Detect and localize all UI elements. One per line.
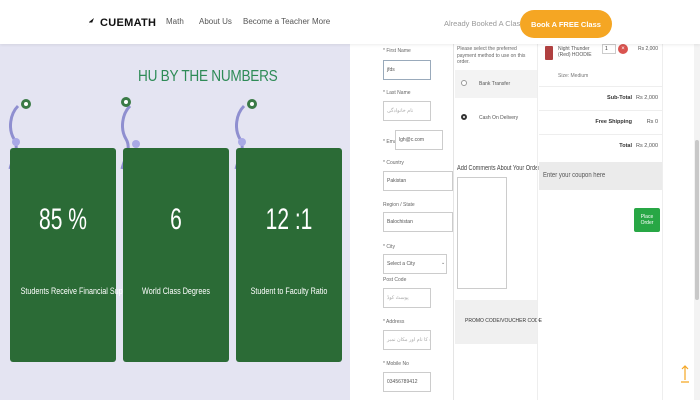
quantity-value: 1 (605, 46, 608, 52)
product-price: Rs 2,000 (637, 46, 658, 52)
cart-item: Night Thunder (Red) HOODIE Size: Medium … (539, 44, 662, 84)
radio-button-selected[interactable] (461, 114, 467, 120)
region-label: Region / State (383, 202, 415, 208)
scroll-to-top-icon[interactable] (680, 364, 690, 384)
post-code-input[interactable]: پوسٹ کوڈ (383, 288, 431, 308)
payment-option-cash-on-delivery[interactable]: Cash On Delivery (455, 104, 537, 132)
last-name-label: * Last Name (383, 90, 411, 96)
payment-method-section: Please select the preferred payment meth… (455, 44, 542, 400)
product-name[interactable]: Night Thunder (Red) HOODIE (558, 46, 596, 58)
total-row: Total Rs 2,000 (539, 134, 662, 158)
cuemath-logo[interactable]: CUEMATH (86, 14, 156, 32)
payment-option-bank-transfer[interactable]: Bank Transfer (455, 70, 537, 98)
checkout-form: * First Name jfds * Last Name نام خانواد… (377, 44, 453, 400)
column-divider (662, 44, 663, 400)
payment-note: Please select the preferred payment meth… (457, 46, 526, 65)
shipping-label: Free Shipping (595, 119, 632, 125)
first-name-label: * First Name (383, 48, 411, 54)
stat-label: Student to Faculty Ratio (250, 286, 328, 296)
stat-card-degrees: 6 World Class Degrees (123, 148, 229, 362)
subtotal-row: Sub-Total Rs 2,000 (539, 86, 662, 110)
city-select[interactable]: Select a City (383, 254, 447, 274)
shipping-row: Free Shipping Rs 0 (539, 110, 662, 134)
scrollbar-thumb[interactable] (695, 140, 699, 300)
product-size: Size: Medium (558, 73, 589, 79)
comments-label: Add Comments About Your Order (457, 165, 541, 172)
payment-option-label: Bank Transfer (479, 81, 511, 87)
product-thumbnail[interactable] (545, 46, 553, 60)
column-divider (537, 44, 538, 400)
country-label: * Country (383, 160, 404, 166)
stat-label: World Class Degrees (142, 286, 210, 296)
book-free-class-button[interactable]: Book A FREE Class (520, 10, 612, 38)
stat-value: 85 % (39, 203, 87, 236)
address-input[interactable]: پتہ سٹریٹ کا نام اور مکان نمبر (383, 330, 431, 350)
subtotal-value: Rs 2,000 (635, 95, 658, 101)
shipping-value: Rs 0 (646, 119, 658, 125)
rocket-icon (86, 14, 96, 32)
remove-item-button[interactable]: × (618, 44, 628, 54)
payment-option-label: Cash On Delivery (479, 115, 519, 121)
section-title: HU BY THE NUMBERS (138, 68, 278, 85)
region-select[interactable]: Balochistan (383, 212, 453, 232)
nav-about-us[interactable]: About Us (199, 17, 232, 26)
stat-card-financial-support: 85 % Students Receive Financial Support (10, 148, 136, 362)
chevron-down-icon: ⌄ (441, 260, 446, 266)
first-name-input[interactable]: jfds (383, 60, 431, 80)
country-select[interactable]: Pakistan (383, 171, 453, 191)
already-booked-link[interactable]: Already Booked A Class? (444, 19, 528, 28)
coupon-toggle[interactable]: Enter your coupon here (539, 162, 662, 190)
coupon-text: Enter your coupon here (543, 172, 606, 179)
stat-label: Students Receive Financial Support (20, 286, 136, 296)
order-summary: Night Thunder (Red) HOODIE Size: Medium … (539, 44, 662, 400)
nav-become-teacher[interactable]: Become a Teacher (243, 17, 310, 26)
subtotal-label: Sub-Total (607, 95, 632, 101)
logo-text: CUEMATH (100, 17, 157, 29)
quantity-input[interactable]: 1 (602, 44, 616, 54)
place-order-button[interactable]: Place Order (634, 208, 660, 232)
radio-button[interactable] (461, 80, 467, 86)
last-name-input[interactable]: نام خانوادگی (383, 101, 431, 121)
stat-value: 6 (170, 203, 182, 236)
city-select-value: Select a City (387, 261, 416, 267)
address-label: * Address (383, 319, 405, 325)
email-input[interactable]: lgh@c.com (395, 130, 443, 150)
mobile-label: * Mobile No (383, 361, 409, 367)
total-label: Total (619, 143, 632, 149)
stat-card-faculty-ratio: 12 :1 Student to Faculty Ratio (236, 148, 342, 362)
promo-code-toggle[interactable]: PROMO CODE/VOUCHER CODE (455, 300, 542, 344)
post-code-label: Post Code (383, 277, 407, 283)
mobile-input[interactable]: 03456789412 (383, 372, 431, 392)
promo-code-text: PROMO CODE/VOUCHER CODE (465, 318, 542, 324)
comments-textarea[interactable] (457, 177, 507, 289)
nav-math[interactable]: Math (166, 17, 184, 26)
column-divider (453, 44, 454, 400)
nav-more[interactable]: More (312, 17, 330, 26)
total-value: Rs 2,000 (635, 143, 658, 149)
site-header: CUEMATH Math About Us Become a Teacher M… (0, 0, 700, 44)
city-label: * City (383, 244, 395, 250)
stat-value: 12 :1 (265, 203, 313, 236)
